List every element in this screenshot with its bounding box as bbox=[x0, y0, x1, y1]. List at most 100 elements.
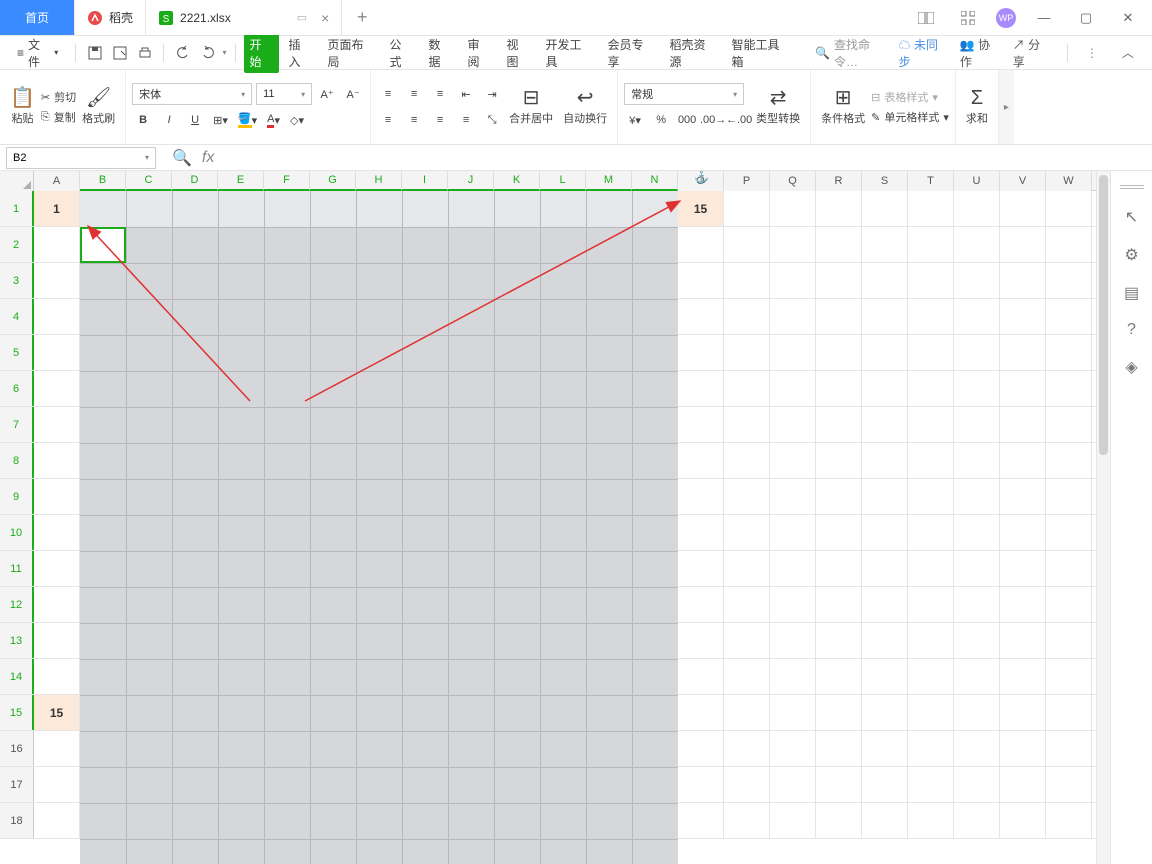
row-header-5[interactable]: 5 bbox=[0, 335, 34, 370]
font-color-button[interactable]: A▾ bbox=[264, 109, 283, 131]
align-justify-icon[interactable]: ≡ bbox=[455, 109, 477, 131]
menu-devtools[interactable]: 开发工具 bbox=[540, 32, 598, 74]
table-style-button[interactable]: ⊟ 表格样式▾ bbox=[871, 89, 949, 105]
bold-button[interactable]: B bbox=[132, 109, 154, 131]
col-header-B[interactable]: B bbox=[80, 171, 126, 191]
col-header-P[interactable]: P bbox=[724, 171, 770, 191]
col-header-L[interactable]: L bbox=[540, 171, 586, 191]
collapse-ribbon-icon[interactable]: ︿ bbox=[1112, 44, 1144, 61]
align-top-icon[interactable]: ≡ bbox=[377, 83, 399, 105]
panel-handle[interactable] bbox=[1120, 185, 1144, 189]
col-header-H[interactable]: H bbox=[356, 171, 402, 191]
diamond-icon[interactable]: ◈ bbox=[1125, 357, 1137, 377]
name-box[interactable]: B2 ▾ bbox=[6, 147, 156, 169]
row-header-7[interactable]: 7 bbox=[0, 407, 34, 442]
col-header-A[interactable]: A bbox=[34, 171, 80, 191]
col-header-S[interactable]: S bbox=[862, 171, 908, 191]
tab-home[interactable]: 首页 bbox=[0, 0, 75, 35]
tab-close-icon[interactable]: × bbox=[321, 10, 329, 26]
row-header-2[interactable]: 2 bbox=[0, 227, 34, 262]
underline-button[interactable]: U bbox=[184, 109, 206, 131]
align-middle-icon[interactable]: ≡ bbox=[403, 83, 425, 105]
row-header-10[interactable]: 10 bbox=[0, 515, 34, 550]
settings-slider-icon[interactable]: ⚙ bbox=[1124, 245, 1138, 265]
percent-icon[interactable]: % bbox=[650, 109, 672, 131]
type-convert-button[interactable]: ⇄ 类型转换 bbox=[752, 88, 804, 126]
row-header-6[interactable]: 6 bbox=[0, 371, 34, 406]
user-avatar[interactable]: WP bbox=[996, 8, 1016, 28]
cell-A2[interactable] bbox=[34, 227, 80, 262]
properties-icon[interactable]: ▤ bbox=[1124, 283, 1139, 303]
ribbon-expand-button[interactable]: ▸ bbox=[998, 70, 1014, 144]
decrease-font-icon[interactable]: A⁻ bbox=[342, 83, 364, 105]
align-center-icon[interactable]: ≡ bbox=[403, 109, 425, 131]
cell-Q1[interactable] bbox=[770, 191, 816, 226]
col-header-I[interactable]: I bbox=[402, 171, 448, 191]
menu-insert[interactable]: 插入 bbox=[283, 32, 318, 74]
fill-color-button[interactable]: 🪣▾ bbox=[235, 109, 260, 131]
menu-member[interactable]: 会员专享 bbox=[602, 32, 660, 74]
copy-button[interactable]: ⎘复制 bbox=[41, 109, 76, 125]
formula-input[interactable] bbox=[224, 147, 1152, 169]
row-header-13[interactable]: 13 bbox=[0, 623, 34, 658]
more-icon[interactable]: ⋮ bbox=[1086, 46, 1098, 60]
menu-smarttool[interactable]: 智能工具箱 bbox=[726, 32, 796, 74]
save-icon[interactable] bbox=[84, 42, 105, 64]
col-header-U[interactable]: U bbox=[954, 171, 1000, 191]
window-minimize[interactable]: — bbox=[1030, 4, 1058, 32]
row-header-18[interactable]: 18 bbox=[0, 803, 34, 838]
cell-A1[interactable]: 1 bbox=[34, 191, 80, 226]
row-header-1[interactable]: 1 bbox=[0, 191, 34, 226]
currency-icon[interactable]: ¥▾ bbox=[624, 109, 646, 131]
undo-icon[interactable] bbox=[172, 42, 193, 64]
tab-window-icon[interactable]: ▭ bbox=[297, 11, 307, 24]
row-header-15[interactable]: 15 bbox=[0, 695, 34, 730]
comma-icon[interactable]: 000 bbox=[676, 109, 698, 131]
row-header-16[interactable]: 16 bbox=[0, 731, 34, 766]
menu-formula[interactable]: 公式 bbox=[384, 32, 419, 74]
print-icon[interactable] bbox=[134, 42, 155, 64]
redo-icon[interactable] bbox=[197, 42, 218, 64]
tab-daoker[interactable]: 稻壳 bbox=[75, 0, 146, 35]
font-size-dropdown[interactable]: 11▾ bbox=[256, 83, 312, 105]
col-header-M[interactable]: M bbox=[586, 171, 632, 191]
col-header-T[interactable]: T bbox=[908, 171, 954, 191]
row-header-4[interactable]: 4 bbox=[0, 299, 34, 334]
cell-A15[interactable]: 15 bbox=[34, 695, 80, 730]
increase-font-icon[interactable]: A⁺ bbox=[316, 83, 338, 105]
menu-daoker-res[interactable]: 稻壳资源 bbox=[664, 32, 722, 74]
cell-O1[interactable]: 15 bbox=[678, 191, 724, 226]
window-maximize[interactable]: ▢ bbox=[1072, 4, 1100, 32]
cell-R1[interactable] bbox=[816, 191, 862, 226]
border-button[interactable]: ⊞▾ bbox=[210, 109, 231, 131]
row-header-14[interactable]: 14 bbox=[0, 659, 34, 694]
cursor-icon[interactable]: ↖ bbox=[1125, 207, 1138, 227]
col-header-E[interactable]: E bbox=[218, 171, 264, 191]
command-search[interactable]: 🔍 查找命令… bbox=[815, 36, 891, 70]
file-menu[interactable]: ≡ 文件 ▾ bbox=[8, 31, 67, 75]
paste-button[interactable]: 📋 粘贴 bbox=[6, 88, 39, 126]
cell-O15[interactable] bbox=[678, 695, 724, 730]
cell-S1[interactable] bbox=[862, 191, 908, 226]
decrease-decimal-icon[interactable]: ←.00 bbox=[728, 109, 750, 131]
window-close[interactable]: ✕ bbox=[1114, 4, 1142, 32]
col-header-R[interactable]: R bbox=[816, 171, 862, 191]
indent-decrease-icon[interactable]: ⇤ bbox=[455, 83, 477, 105]
sum-button[interactable]: Σ 求和 bbox=[962, 88, 992, 126]
active-cell-B2[interactable] bbox=[80, 227, 126, 263]
menu-view[interactable]: 视图 bbox=[501, 32, 536, 74]
menu-review[interactable]: 审阅 bbox=[462, 32, 497, 74]
col-header-N[interactable]: N bbox=[632, 171, 678, 191]
cell-O2[interactable] bbox=[678, 227, 724, 262]
increase-decimal-icon[interactable]: .00→ bbox=[702, 109, 724, 131]
col-header-J[interactable]: J bbox=[448, 171, 494, 191]
wrap-text-button[interactable]: ↩ 自动换行 bbox=[559, 88, 611, 126]
cell-T1[interactable] bbox=[908, 191, 954, 226]
help-icon[interactable]: ? bbox=[1127, 321, 1136, 339]
menu-pagelayout[interactable]: 页面布局 bbox=[322, 32, 380, 74]
format-painter-button[interactable]: 🖌 格式刷 bbox=[78, 88, 119, 126]
apps-icon[interactable] bbox=[954, 4, 982, 32]
align-bottom-icon[interactable]: ≡ bbox=[429, 83, 451, 105]
scrollbar-thumb[interactable] bbox=[1099, 175, 1108, 455]
unsync-button[interactable]: ☁ 未同步 bbox=[899, 36, 946, 70]
